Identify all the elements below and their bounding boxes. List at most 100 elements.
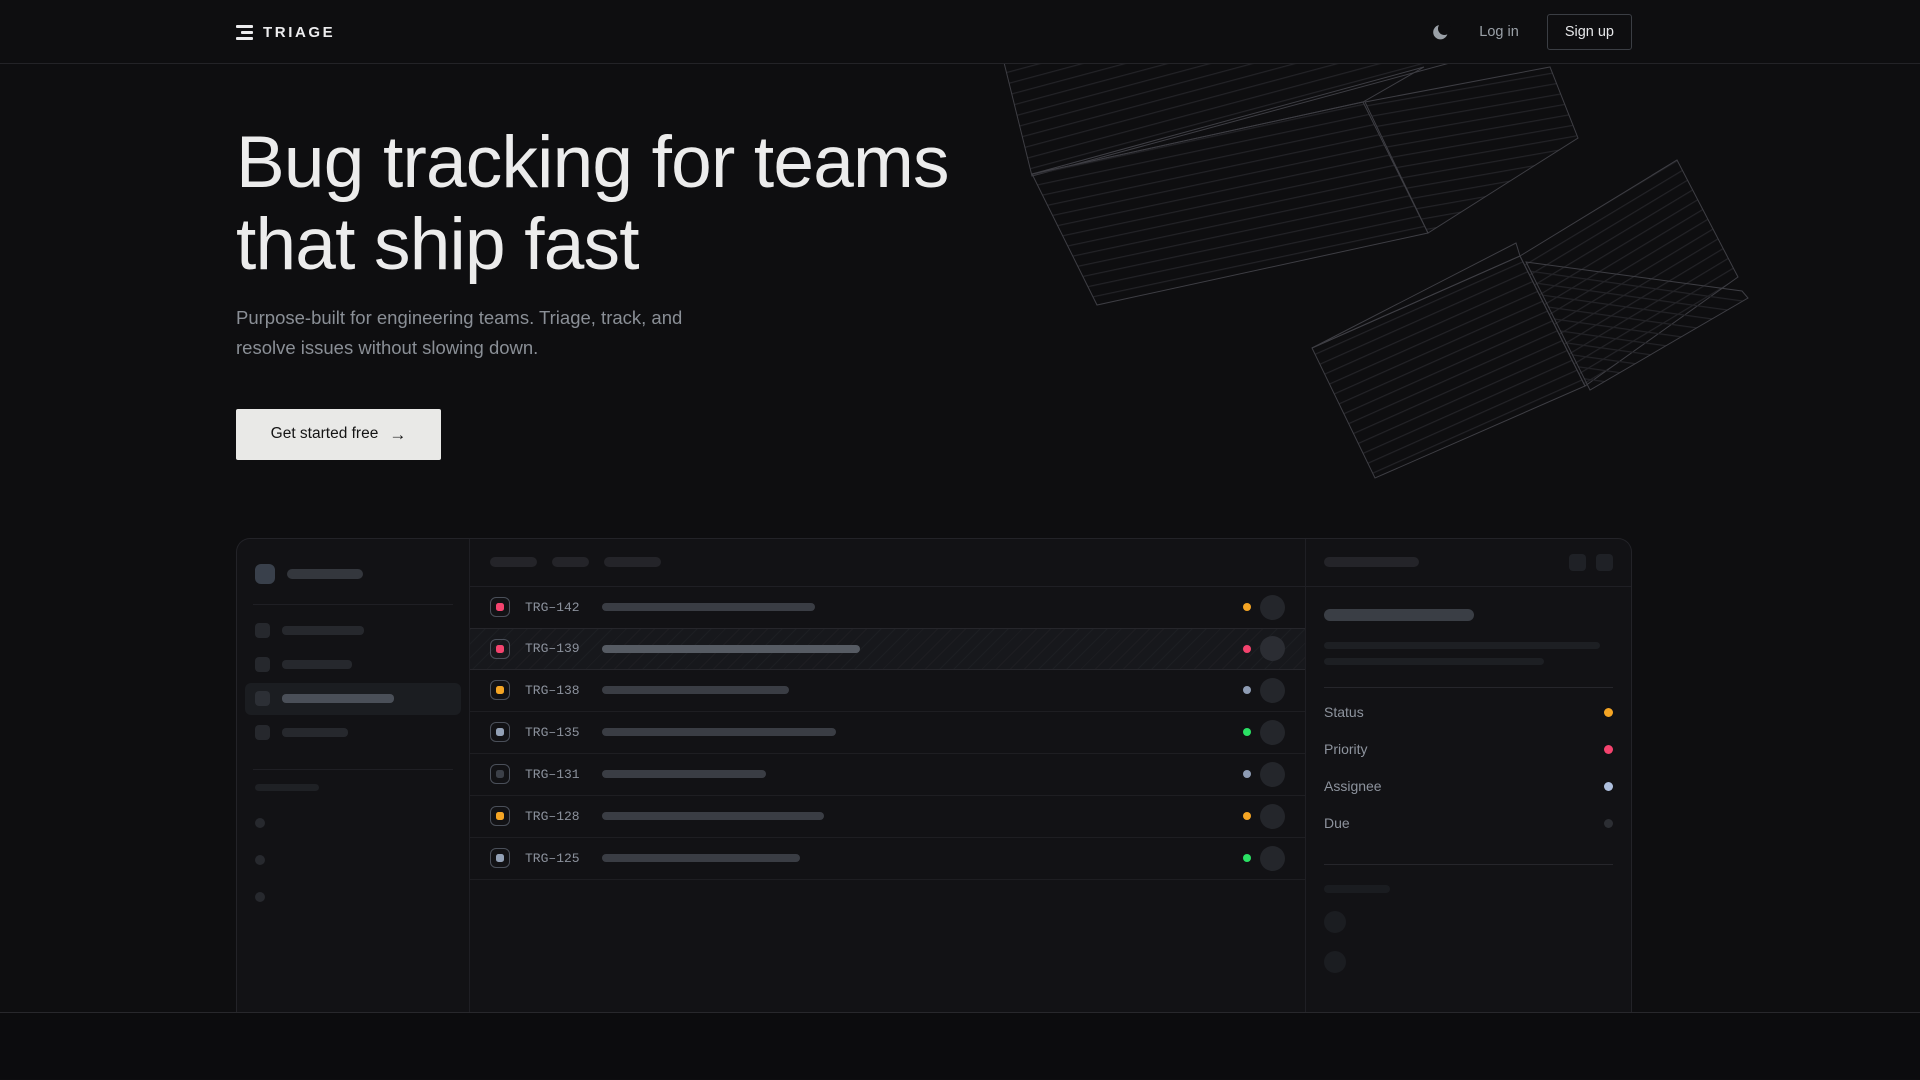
- theme-toggle-moon-icon[interactable]: [1431, 22, 1451, 42]
- property-label: Assignee: [1324, 778, 1382, 794]
- nav-icon-placeholder: [255, 657, 270, 672]
- workspace-avatar-placeholder: [255, 564, 275, 584]
- issue-row-selected: TRG–139: [470, 628, 1305, 670]
- issue-priority-dot: [1243, 603, 1251, 611]
- sidebar-nav-item-placeholder: [245, 615, 461, 647]
- hero-heading-line1: Bug tracking for teams: [236, 122, 1632, 204]
- detail-panel-header: [1306, 539, 1631, 587]
- sidebar-nav-item-placeholder: [245, 717, 461, 749]
- issue-status-icon: [490, 848, 510, 868]
- issue-assignee-avatar: [1260, 720, 1285, 745]
- sidebar-divider: [253, 604, 453, 605]
- property-row-status: Status: [1324, 694, 1613, 731]
- sidebar-nav-item-placeholder: [245, 649, 461, 681]
- sidebar-section-label-placeholder: [255, 784, 319, 791]
- top-nav: TRIAGE Log in Sign up: [0, 0, 1920, 64]
- issue-id: TRG–142: [525, 600, 587, 615]
- property-label: Status: [1324, 704, 1364, 720]
- issue-list-filter-bar: [470, 539, 1305, 587]
- nav-actions: Log in Sign up: [1431, 14, 1632, 50]
- sidebar-nav-item-placeholder-active: [245, 683, 461, 715]
- issue-row: TRG–138: [470, 670, 1305, 712]
- sidebar-dot-placeholder: [255, 892, 265, 902]
- detail-title-placeholder: [1324, 609, 1474, 621]
- issue-status-icon: [490, 639, 510, 659]
- sidebar-dot-placeholder: [255, 855, 265, 865]
- due-value-dot: [1604, 819, 1613, 828]
- mockup-issue-list: TRG–142 TRG–139 TRG–138: [470, 539, 1306, 1013]
- issue-assignee-avatar: [1260, 595, 1285, 620]
- issue-row: TRG–135: [470, 712, 1305, 754]
- issue-id: TRG–125: [525, 851, 587, 866]
- filter-pill-placeholder: [490, 557, 537, 567]
- issue-row: TRG–128: [470, 796, 1305, 838]
- issue-id: TRG–131: [525, 767, 587, 782]
- issue-status-icon: [490, 680, 510, 700]
- assignee-value-dot: [1604, 782, 1613, 791]
- nav-icon-placeholder: [255, 623, 270, 638]
- issue-title-placeholder: [602, 812, 824, 820]
- detail-header-placeholder: [1324, 557, 1419, 567]
- nav-icon-placeholder: [255, 691, 270, 706]
- detail-header-button-placeholder: [1596, 554, 1613, 571]
- issue-assignee-avatar: [1260, 804, 1285, 829]
- issue-status-icon: [490, 722, 510, 742]
- issue-row: TRG–125: [470, 838, 1305, 880]
- filter-pill-placeholder: [552, 557, 589, 567]
- property-row-assignee: Assignee: [1324, 768, 1613, 805]
- brand-name: TRIAGE: [263, 24, 335, 41]
- detail-header-button-placeholder: [1569, 554, 1586, 571]
- issue-row: TRG–142: [470, 587, 1305, 629]
- issue-assignee-avatar: [1260, 762, 1285, 787]
- issue-priority-dot: [1243, 812, 1251, 820]
- issue-assignee-avatar: [1260, 846, 1285, 871]
- login-link[interactable]: Log in: [1479, 24, 1519, 40]
- issue-priority-dot: [1243, 686, 1251, 694]
- detail-divider: [1324, 864, 1613, 865]
- hero-section: Bug tracking for teams that ship fast Pu…: [0, 64, 1920, 1013]
- issue-title-placeholder: [602, 770, 766, 778]
- property-label: Due: [1324, 815, 1350, 831]
- mockup-sidebar: [237, 539, 470, 1013]
- hero-subtitle: Purpose-built for engineering teams. Tri…: [236, 303, 716, 363]
- mockup-workspace-switcher: [255, 564, 451, 584]
- issue-priority-dot: [1243, 728, 1251, 736]
- detail-panel-body: Status Priority Assignee Due: [1306, 587, 1631, 991]
- detail-description-placeholder: [1324, 658, 1544, 665]
- issue-id: TRG–138: [525, 683, 587, 698]
- property-row-priority: Priority: [1324, 731, 1613, 768]
- issue-title-placeholder: [602, 645, 860, 653]
- sidebar-dot-placeholder: [255, 818, 265, 828]
- signup-button[interactable]: Sign up: [1547, 14, 1632, 50]
- triage-bars-icon: [236, 25, 253, 40]
- issue-title-placeholder: [602, 603, 815, 611]
- issue-title-placeholder: [602, 686, 789, 694]
- filter-pill-placeholder: [604, 557, 661, 567]
- property-label: Priority: [1324, 741, 1368, 757]
- issue-title-placeholder: [602, 854, 800, 862]
- detail-divider: [1324, 687, 1613, 688]
- issue-status-icon: [490, 764, 510, 784]
- issue-id: TRG–135: [525, 725, 587, 740]
- hero-heading-line2: that ship fast: [236, 204, 1632, 286]
- issue-id: TRG–128: [525, 809, 587, 824]
- issue-priority-dot: [1243, 770, 1251, 778]
- issue-assignee-avatar: [1260, 678, 1285, 703]
- issue-priority-dot: [1243, 645, 1251, 653]
- activity-avatar-placeholder: [1324, 911, 1346, 933]
- activity-label-placeholder: [1324, 885, 1390, 893]
- hero-heading: Bug tracking for teams that ship fast: [236, 64, 1632, 287]
- issue-status-icon: [490, 597, 510, 617]
- issue-id: TRG–139: [525, 641, 587, 656]
- property-row-due: Due: [1324, 805, 1613, 842]
- sidebar-divider: [253, 769, 453, 770]
- issue-row: TRG–131: [470, 754, 1305, 796]
- workspace-name-placeholder: [287, 569, 363, 579]
- status-value-dot: [1604, 708, 1613, 717]
- arrow-right-icon: →: [389, 426, 406, 443]
- issue-status-icon: [490, 806, 510, 826]
- brand-logo[interactable]: TRIAGE: [236, 24, 335, 41]
- footer-band: [0, 1013, 1920, 1079]
- issue-title-placeholder: [602, 728, 836, 736]
- get-started-button[interactable]: Get started free →: [236, 409, 441, 460]
